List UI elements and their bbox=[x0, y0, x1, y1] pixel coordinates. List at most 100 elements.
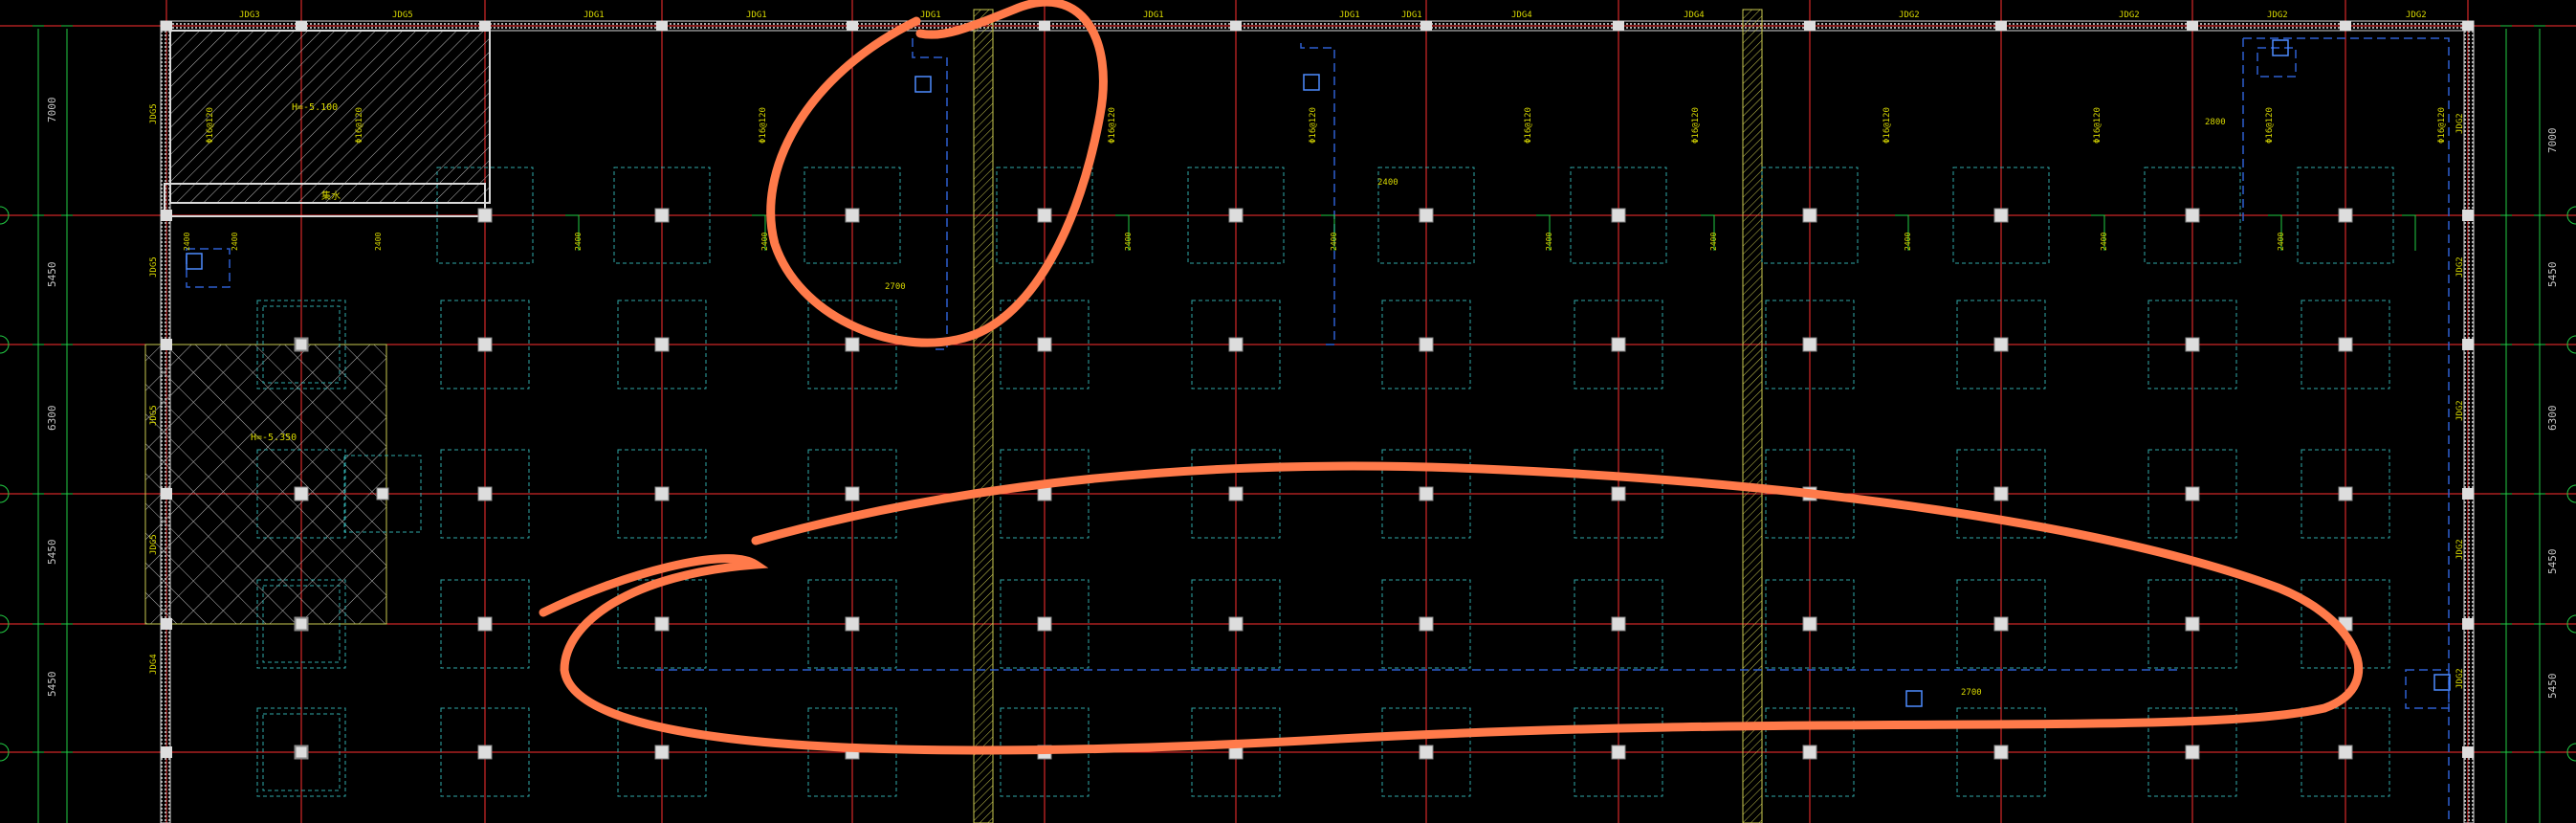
column-left bbox=[161, 746, 172, 758]
callout-2: 2400 bbox=[1377, 178, 1398, 188]
rebar-label: Φ16@120 bbox=[2437, 107, 2447, 144]
column-left bbox=[161, 339, 172, 350]
left-dim-2: 5450 bbox=[46, 262, 58, 288]
rebar-label: Φ16@120 bbox=[355, 107, 364, 144]
column-top bbox=[847, 21, 858, 31]
column bbox=[1993, 208, 2009, 223]
column-top bbox=[296, 21, 307, 31]
beam-dashed-7 bbox=[2405, 669, 2450, 709]
dim-bracket bbox=[2402, 214, 2416, 251]
left-dim-5: 5450 bbox=[46, 672, 58, 698]
small-dim-label: 2400 bbox=[2277, 233, 2285, 251]
left-beam-label: JDG5 bbox=[149, 256, 159, 278]
column-top bbox=[1039, 21, 1050, 31]
small-dimension-labels: 2400 2400 2400 2400 2400 2400 2400 2400 2400 2400… bbox=[183, 233, 2285, 251]
small-dim-label: 2400 bbox=[574, 233, 583, 251]
left-beam-label: JDG5 bbox=[149, 405, 159, 426]
column bbox=[295, 617, 308, 631]
top-beam-label: JDG1 bbox=[1143, 11, 1164, 20]
column bbox=[2185, 208, 2200, 223]
column-top bbox=[2187, 21, 2198, 31]
beam-dashed-6 bbox=[186, 248, 231, 288]
top-beam-label: JDG4 bbox=[1511, 11, 1532, 20]
column bbox=[2185, 486, 2200, 501]
column-left bbox=[161, 618, 172, 630]
right-dim-4: 5450 bbox=[2546, 549, 2559, 575]
small-dim-label: 2400 bbox=[231, 233, 239, 251]
right-beam-label: JDG2 bbox=[2455, 539, 2465, 560]
column bbox=[1228, 208, 1244, 223]
sump-box bbox=[2433, 674, 2451, 691]
hand-markup bbox=[539, 0, 2364, 755]
column bbox=[654, 486, 670, 501]
column bbox=[1802, 616, 1817, 632]
left-dim-3: 6300 bbox=[46, 406, 58, 432]
area-label-small: 集水 bbox=[321, 189, 341, 202]
top-beam-label: JDG1 bbox=[920, 11, 941, 20]
callout-texts: 2700 2400 2800 2700 bbox=[885, 118, 2226, 698]
rebar-labels: Φ16@120 Φ16@120 Φ16@120 Φ16@120 Φ16@120 Φ16@1… bbox=[206, 107, 2447, 144]
beam-dashed-2 bbox=[1300, 43, 1335, 345]
column bbox=[376, 487, 389, 500]
column bbox=[845, 616, 860, 632]
column bbox=[1611, 616, 1626, 632]
left-dim-1: 7000 bbox=[46, 98, 58, 123]
small-dim-label: 2400 bbox=[1330, 233, 1338, 251]
right-beam-label: JDG2 bbox=[2455, 113, 2465, 134]
small-dim-label: 2400 bbox=[760, 233, 769, 251]
sump-box bbox=[1303, 74, 1320, 91]
column bbox=[1993, 486, 2009, 501]
expansion-joint-2 bbox=[1742, 9, 1763, 823]
top-beam-label: JDG3 bbox=[239, 11, 260, 20]
small-dim-label: 2400 bbox=[183, 233, 191, 251]
pit-top-left bbox=[169, 30, 491, 204]
column bbox=[295, 338, 308, 351]
column-top bbox=[1613, 21, 1624, 31]
rebar-label: Φ16@120 bbox=[1108, 107, 1117, 144]
wall-right bbox=[2463, 20, 2475, 823]
expansion-joint-1 bbox=[973, 9, 994, 823]
left-beam-label: JDG5 bbox=[149, 534, 159, 555]
column bbox=[654, 745, 670, 760]
dashed-beams bbox=[186, 37, 2451, 823]
right-beam-label: JDG2 bbox=[2455, 400, 2465, 421]
column bbox=[295, 745, 308, 759]
rebar-label: Φ16@120 bbox=[1309, 107, 1318, 144]
rebar-label: Φ16@120 bbox=[2093, 107, 2103, 144]
right-dim-5: 5450 bbox=[2546, 674, 2559, 700]
column bbox=[1419, 616, 1434, 632]
column bbox=[2185, 337, 2200, 352]
column-top bbox=[2340, 21, 2351, 31]
column-right bbox=[2462, 339, 2474, 350]
sump-box bbox=[186, 253, 203, 270]
column bbox=[2338, 337, 2353, 352]
column-top bbox=[1995, 21, 2007, 31]
top-beam-label: JDG2 bbox=[2406, 11, 2427, 20]
top-beam-label: JDG2 bbox=[2267, 11, 2288, 20]
column bbox=[1802, 745, 1817, 760]
column bbox=[654, 616, 670, 632]
callout-1: 2700 bbox=[885, 282, 906, 292]
column bbox=[2338, 745, 2353, 760]
rebar-label: Φ16@120 bbox=[206, 107, 215, 144]
column-top bbox=[479, 21, 491, 31]
column-top bbox=[1804, 21, 1816, 31]
top-beam-label: JDG2 bbox=[2119, 11, 2140, 20]
right-dim-1: 7000 bbox=[2546, 128, 2559, 154]
column bbox=[1228, 337, 1244, 352]
column bbox=[477, 745, 493, 760]
top-beam-label: JDG1 bbox=[746, 11, 767, 20]
column-top bbox=[1230, 21, 1242, 31]
rebar-label: Φ16@120 bbox=[1882, 107, 1892, 144]
side-beam-labels: JDG5 JDG5 JDG5 JDG5 JDG4 JDG2 JDG2 JDG2 JDG2 JDG2 bbox=[149, 103, 2465, 689]
left-dimension-texts: 7000 5450 6300 5450 5450 bbox=[46, 98, 58, 698]
beam-dashed-8 bbox=[2257, 47, 2297, 78]
rebar-label: Φ16@120 bbox=[1691, 107, 1701, 144]
small-dim-label: 2400 bbox=[1904, 233, 1912, 251]
column bbox=[1802, 337, 1817, 352]
rebar-label: Φ16@120 bbox=[2265, 107, 2275, 144]
column bbox=[1802, 208, 1817, 223]
column bbox=[845, 208, 860, 223]
column bbox=[1611, 337, 1626, 352]
column bbox=[1611, 486, 1626, 501]
